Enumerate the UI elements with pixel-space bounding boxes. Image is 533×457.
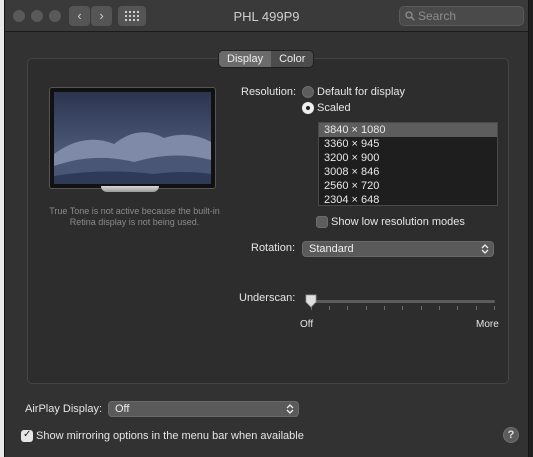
slider-tick xyxy=(421,306,422,310)
scaled-radio[interactable] xyxy=(302,102,314,114)
default-for-display-label[interactable]: Default for display xyxy=(317,86,405,98)
resolution-list[interactable]: 3840 × 1080 3360 × 945 3200 × 900 3008 ×… xyxy=(318,122,498,206)
slider-tick xyxy=(457,306,458,310)
rotation-value: Standard xyxy=(309,243,354,255)
chevron-updown-icon xyxy=(480,244,490,254)
help-button[interactable]: ? xyxy=(503,427,519,443)
system-preferences-window: ‹ › PHL 499P9 Display Color xyxy=(4,0,529,457)
slider-tick xyxy=(439,306,440,310)
underscan-min-label: Off xyxy=(300,319,314,330)
display-preview-image xyxy=(49,87,216,189)
resolution-option[interactable]: 3840 × 1080 xyxy=(319,123,497,137)
slider-tick xyxy=(476,306,477,310)
chevron-updown-icon xyxy=(285,404,295,414)
rotation-label: Rotation: xyxy=(251,242,296,254)
show-low-resolution-label[interactable]: Show low resolution modes xyxy=(331,216,465,228)
search-icon xyxy=(405,11,415,21)
slider-tick xyxy=(494,306,495,310)
search-input[interactable] xyxy=(418,9,518,23)
underscan-max-label: More xyxy=(476,319,499,330)
show-low-resolution-checkbox[interactable] xyxy=(316,216,328,228)
airplay-display-label: AirPlay Display: xyxy=(25,403,103,415)
search-field[interactable] xyxy=(399,6,524,26)
slider-tick xyxy=(366,306,367,310)
airplay-display-value: Off xyxy=(115,403,130,415)
display-stand xyxy=(101,186,159,192)
default-for-display-radio[interactable] xyxy=(302,86,314,98)
slider-tick xyxy=(402,306,403,310)
underscan-slider-track[interactable] xyxy=(311,300,495,303)
resolution-option[interactable]: 2560 × 720 xyxy=(319,179,497,193)
underscan-slider-thumb[interactable] xyxy=(305,294,317,308)
slider-tick xyxy=(384,306,385,310)
rotation-select[interactable]: Standard xyxy=(302,241,494,257)
tab-bar: Display Color xyxy=(219,51,314,67)
true-tone-note: True Tone is not active because the buil… xyxy=(49,206,220,227)
resolution-option[interactable]: 3360 × 945 xyxy=(319,137,497,151)
resolution-option[interactable]: 3008 × 846 xyxy=(319,165,497,179)
resolution-option[interactable]: 2304 × 648 xyxy=(319,193,497,205)
tab-display[interactable]: Display xyxy=(219,51,272,67)
slider-tick xyxy=(347,306,348,310)
underscan-label: Underscan: xyxy=(239,292,296,304)
scaled-label[interactable]: Scaled xyxy=(317,102,351,114)
mirroring-options-checkbox[interactable] xyxy=(21,429,33,442)
resolution-label: Resolution: xyxy=(241,86,297,98)
slider-tick xyxy=(329,306,330,310)
mirroring-options-label[interactable]: Show mirroring options in the menu bar w… xyxy=(36,430,304,442)
tab-color[interactable]: Color xyxy=(271,51,314,67)
airplay-display-select[interactable]: Off xyxy=(108,401,299,417)
resolution-option[interactable]: 3200 × 900 xyxy=(319,151,497,165)
title-bar: ‹ › PHL 499P9 xyxy=(5,0,528,32)
